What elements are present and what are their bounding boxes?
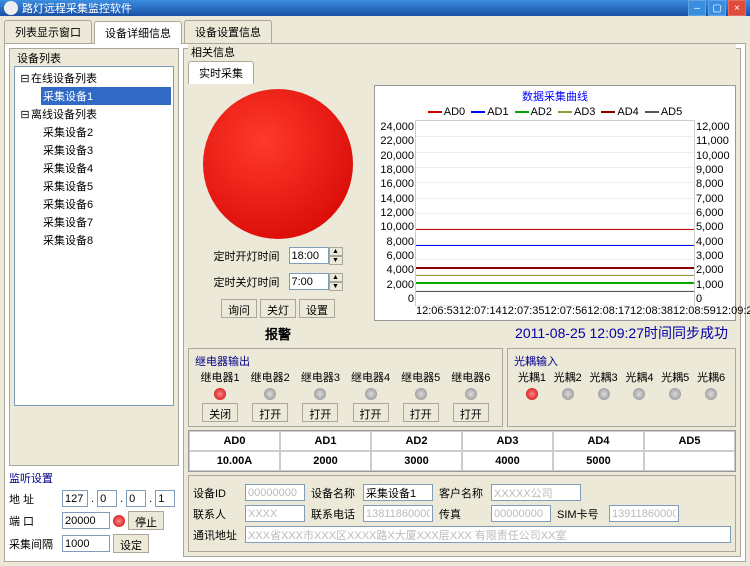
time-set-button[interactable]: 设置 — [299, 299, 335, 318]
minimize-button[interactable]: – — [688, 0, 706, 16]
tree-item[interactable]: 采集设备6 — [41, 195, 171, 213]
dev-fax[interactable] — [491, 505, 551, 522]
dev-name[interactable] — [363, 484, 433, 501]
addr-2[interactable] — [126, 490, 146, 507]
stop-button[interactable]: 停止 — [128, 511, 164, 530]
set-button[interactable]: 设定 — [113, 534, 149, 553]
query-button[interactable]: 询问 — [221, 299, 257, 318]
tree-item[interactable]: 采集设备7 — [41, 213, 171, 231]
status-lamp-icon — [113, 515, 125, 527]
addr-1[interactable] — [97, 490, 117, 507]
ad-table: AD0AD1AD2AD3AD4AD510.00A2000300040005000 — [188, 430, 736, 472]
main-tabs: 列表显示窗口 设备详细信息 设备设置信息 — [4, 20, 746, 43]
opto-lamp-icon — [705, 388, 717, 400]
port-input[interactable] — [62, 512, 110, 529]
maximize-button[interactable]: ▢ — [708, 0, 726, 16]
status-circle-icon — [203, 89, 353, 239]
alarm-label: 报警 — [261, 322, 295, 345]
status-line: 2011-08-25 12:09:27时间同步成功 — [374, 321, 736, 345]
tab-list[interactable]: 列表显示窗口 — [4, 20, 92, 43]
dev-cust[interactable] — [491, 484, 581, 501]
on-time-input[interactable] — [289, 247, 329, 264]
close-button[interactable]: × — [728, 0, 746, 16]
relay-lamp-icon — [214, 388, 226, 400]
relay-button[interactable]: 打开 — [353, 403, 389, 422]
tree-item[interactable]: 采集设备8 — [41, 231, 171, 249]
off-time-input[interactable] — [289, 273, 329, 290]
chart-title: 数据采集曲线 — [375, 86, 735, 106]
tree-item[interactable]: 采集设备3 — [41, 141, 171, 159]
relay-lamp-icon — [365, 388, 377, 400]
relay-button[interactable]: 打开 — [453, 403, 489, 422]
relay-lamp-icon — [314, 388, 326, 400]
interval-input[interactable] — [62, 535, 110, 552]
relay-lamp-icon — [415, 388, 427, 400]
tab-detail[interactable]: 设备详细信息 — [94, 21, 182, 44]
opto-lamp-icon — [526, 388, 538, 400]
off-time-up[interactable]: ▲ — [329, 273, 343, 282]
chart: 数据采集曲线 AD0AD1AD2AD3AD4AD5 24,00022,00020… — [374, 85, 736, 321]
tree-selected[interactable]: 采集设备1 — [41, 87, 171, 105]
dev-id[interactable] — [245, 484, 305, 501]
relay-button[interactable]: 打开 — [403, 403, 439, 422]
window-title: 路灯远程采集监控软件 — [22, 0, 688, 16]
relay-button[interactable]: 关闭 — [202, 403, 238, 422]
opto-lamp-icon — [598, 388, 610, 400]
tree-item[interactable]: 采集设备4 — [41, 159, 171, 177]
tree-item[interactable]: 采集设备2 — [41, 123, 171, 141]
relay-lamp-icon — [465, 388, 477, 400]
relay-button[interactable]: 打开 — [252, 403, 288, 422]
off-time-down[interactable]: ▼ — [329, 282, 343, 291]
relay-lamp-icon — [264, 388, 276, 400]
app-icon — [4, 1, 18, 15]
dev-phone[interactable] — [363, 505, 433, 522]
opto-lamp-icon — [669, 388, 681, 400]
tab-settings[interactable]: 设备设置信息 — [184, 20, 272, 43]
tab-realtime[interactable]: 实时采集 — [188, 61, 254, 84]
info-title: 相关信息 — [188, 44, 736, 60]
tree-item[interactable]: 采集设备5 — [41, 177, 171, 195]
addr-3[interactable] — [155, 490, 175, 507]
device-list-title: 设备列表 — [14, 50, 64, 66]
device-tree[interactable]: ⊟在线设备列表 采集设备1 ⊟离线设备列表 采集设备2采集设备3采集设备4采集设… — [14, 66, 174, 406]
turnoff-button[interactable]: 关灯 — [260, 299, 296, 318]
addr-0[interactable] — [62, 490, 88, 507]
dev-contact[interactable] — [245, 505, 305, 522]
dev-sim[interactable] — [609, 505, 679, 522]
opto-lamp-icon — [633, 388, 645, 400]
relay-button[interactable]: 打开 — [302, 403, 338, 422]
on-time-up[interactable]: ▲ — [329, 247, 343, 256]
titlebar: 路灯远程采集监控软件 – ▢ × — [0, 0, 750, 16]
opto-lamp-icon — [562, 388, 574, 400]
listen-title: 监听设置 — [9, 470, 179, 486]
on-time-down[interactable]: ▼ — [329, 256, 343, 265]
dev-addr[interactable] — [245, 526, 731, 543]
